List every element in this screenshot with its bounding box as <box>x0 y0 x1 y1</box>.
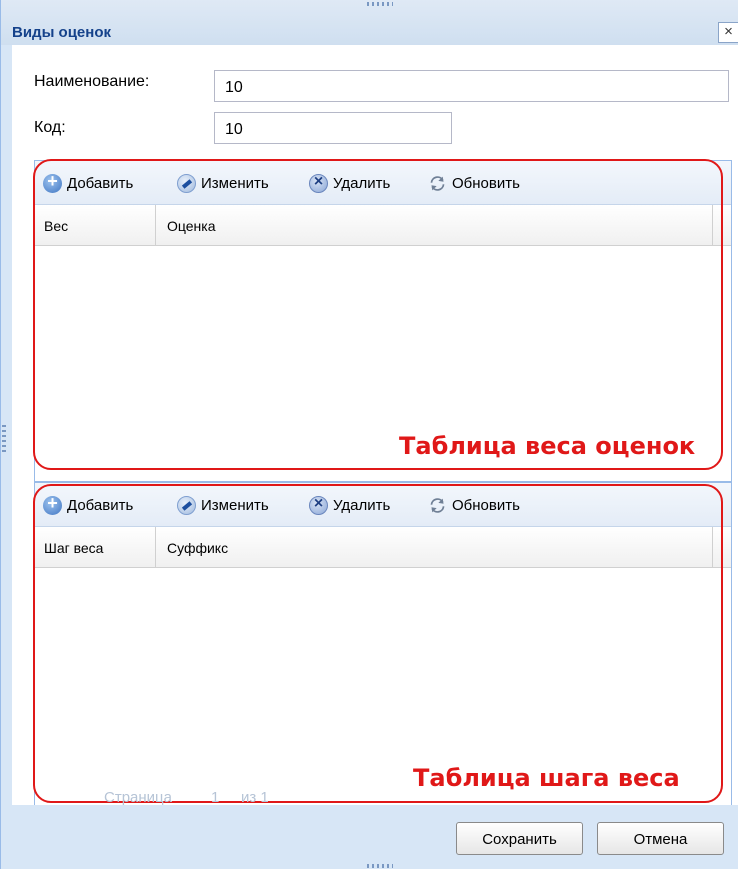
pager-of-label: из 1 <box>241 789 269 806</box>
code-field[interactable]: 10 <box>214 112 452 144</box>
dialog-window: Виды оценок × Наименование: 10 Код: 10 Д… <box>0 0 738 869</box>
code-label: Код: <box>34 119 66 136</box>
resize-grip-top[interactable] <box>367 2 393 6</box>
pager-page-input[interactable]: 1 <box>211 789 219 806</box>
pager-bar <box>12 805 738 813</box>
dialog-title: Виды оценок <box>12 24 112 41</box>
resize-grip-left[interactable] <box>2 425 6 455</box>
pager-page-label: Страница <box>104 789 172 806</box>
steps-annotation-frame <box>33 484 723 803</box>
name-field[interactable]: 10 <box>214 70 729 102</box>
resize-grip-bottom[interactable] <box>367 864 393 868</box>
save-button[interactable]: Сохранить <box>456 822 583 855</box>
dialog-titlebar[interactable]: Виды оценок × <box>1 0 738 45</box>
weights-annotation-label: Таблица веса оценок <box>399 432 696 460</box>
cancel-button[interactable]: Отмена <box>597 822 724 855</box>
close-icon[interactable]: × <box>718 22 738 43</box>
steps-annotation-label: Таблица шага веса <box>413 764 680 792</box>
name-label: Наименование: <box>34 73 150 90</box>
weights-annotation-frame <box>33 159 723 470</box>
